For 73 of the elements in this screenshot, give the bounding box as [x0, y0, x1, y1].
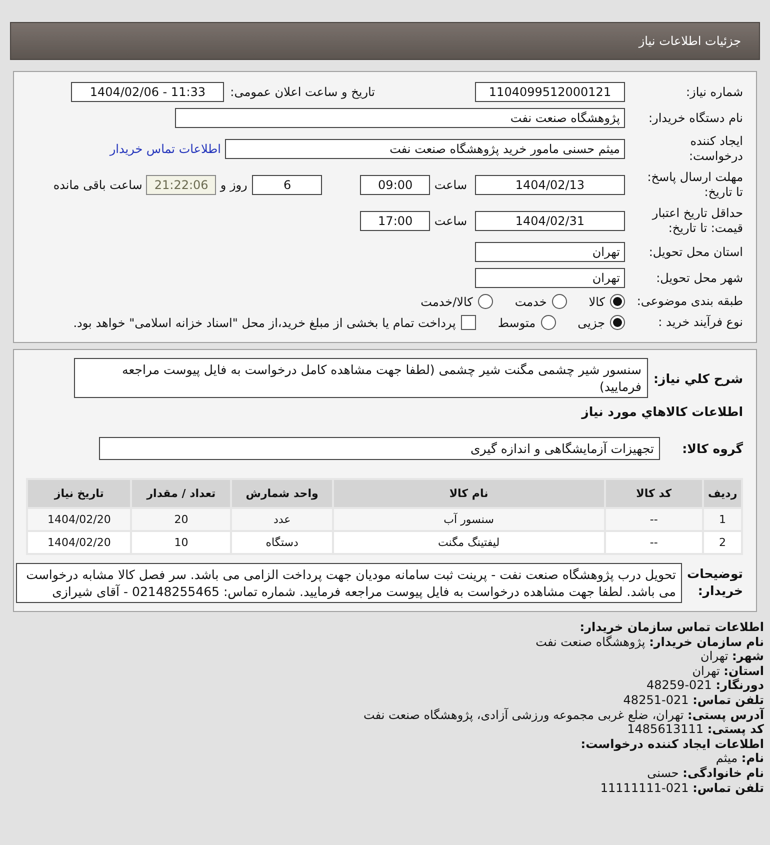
time-label: ساعت: [434, 178, 467, 192]
radio-button[interactable]: [610, 315, 625, 330]
remaining-label: ساعت باقی مانده: [53, 178, 142, 192]
buyer-notes-field: تحویل درب پژوهشگاه صنعت نفت - پرینت ثبت سامانه مودیان جهت پرداخت الزامی می باشد. سر فصل کالا مشابه درخواست می باشد. لطفا جهت مشاهده درخواست به فایل پیوست مراجعه فرمایید. شماره تماس: 02148255465 - آقای شیرازی: [16, 563, 682, 603]
column-header: تاریخ نیاز: [28, 480, 130, 507]
field-label: گروه کالا:: [681, 441, 743, 456]
payment-checkbox[interactable]: [460, 315, 476, 330]
contact-line: استان: تهران: [691, 664, 764, 678]
radio-label: متوسط: [498, 316, 536, 330]
radio-label: کالا/خدمت: [420, 294, 473, 308]
radio-button[interactable]: [610, 294, 625, 309]
table-cell: 10: [132, 532, 230, 553]
need-number-field: 1104099512000121: [475, 82, 625, 102]
column-header: کد کالا: [606, 480, 702, 507]
radio-label: خدمت: [514, 294, 547, 308]
field-label: نوع فرآیند خرید :: [657, 315, 743, 330]
field-label: استان محل تحویل:: [648, 244, 743, 260]
table-cell: 1404/02/20: [28, 509, 130, 530]
field-label: ایجاد کننده درخواست:: [688, 134, 743, 164]
field-label: شهر محل تحویل:: [655, 270, 743, 286]
table-cell: لیفتینگ مگنت: [334, 532, 604, 553]
radio-button[interactable]: [478, 294, 493, 309]
column-header: واحد شمارش: [232, 480, 332, 507]
announce-date-field: 1404/02/06 - 11:33: [71, 82, 224, 102]
creator-field: میثم حسنی مامور خرید پژوهشگاه صنعت نفت: [225, 139, 625, 159]
radio-button[interactable]: [540, 315, 556, 330]
column-header: ردیف: [704, 480, 741, 507]
radio-label: کالا: [588, 294, 605, 308]
buyer-org-field: پژوهشگاه صنعت نفت: [175, 108, 625, 128]
field-label: حداقل تاریخ اعتبار قیمت: تا تاریخ:: [650, 206, 743, 236]
days-label: روز و: [220, 178, 248, 192]
field-label: نام دستگاه خریدار:: [648, 110, 743, 126]
section-heading: اطلاعات ایجاد کننده درخواست:: [580, 736, 764, 752]
payment-note: پرداخت تمام یا بخشی از مبلغ خرید،از محل "اسناد خزانه اسلامی" خواهد بود.: [73, 316, 456, 330]
field-label: شماره نیاز:: [685, 84, 743, 100]
field-label: طبقه بندی موضوعی:: [636, 294, 743, 309]
time-field: 17:00: [360, 211, 430, 231]
date-field: 1404/02/13: [475, 175, 625, 195]
days-field: 6: [252, 175, 322, 195]
column-header: نام کالا: [334, 480, 604, 507]
remaining-time-field: 21:22:06: [146, 175, 216, 195]
table-cell: --: [606, 509, 702, 530]
table-cell: --: [606, 532, 702, 553]
column-header: تعداد / مقدار: [132, 480, 230, 507]
radio-label: جزیی: [578, 316, 605, 330]
field-label: مهلت ارسال پاسخ: تا تاریخ:: [646, 170, 743, 200]
section-heading: اطلاعات تماس سازمان خریدار:: [578, 620, 764, 635]
table-cell: 2: [704, 532, 741, 553]
need-summary-field: سنسور شیر چشمی مگنت شیر چشمی (لطفا جهت مشاهده کامل درخواست به فایل پیوست مراجعه فرمایید): [74, 358, 648, 398]
field-label: شرح کلي نياز:: [654, 370, 743, 386]
date-field: 1404/02/31: [475, 211, 625, 231]
page-title: جزئیات اطلاعات نیاز: [638, 34, 741, 48]
table-cell: دستگاه: [232, 532, 332, 553]
contact-line: نام خانوادگی: حسنی: [646, 766, 764, 781]
table-cell: سنسور آب: [334, 509, 604, 530]
radio-button[interactable]: [552, 294, 567, 309]
table-cell: 1404/02/20: [28, 532, 130, 553]
table-cell: 20: [132, 509, 230, 530]
buyer-contact-link[interactable]: اطلاعات تماس خریدار: [110, 142, 221, 156]
contact-line: نام: میثم: [714, 751, 764, 766]
contact-line: نام سازمان خریدار: پژوهشگاه صنعت نفت: [534, 634, 764, 650]
field-label: توضیحات خریدار:: [687, 565, 743, 599]
province-field: تهران: [475, 242, 625, 262]
time-label: ساعت: [434, 214, 467, 228]
contact-line: آدرس پستی: تهران، ضلع غربی مجموعه ورزشی آزادی، پژوهشگاه صنعت نفت: [362, 708, 764, 722]
goods-group-field: تجهیزات آزمایشگاهی و اندازه گیری: [99, 437, 660, 460]
table-cell: عدد: [232, 509, 332, 530]
time-field: 09:00: [360, 175, 430, 195]
city-field: تهران: [475, 268, 625, 288]
table-cell: 1: [704, 509, 741, 530]
section-title: اطلاعات کالاهاي مورد نياز: [582, 404, 743, 419]
contact-line: شهر: تهران: [700, 649, 764, 664]
field-label: تاریخ و ساعت اعلان عمومی:: [230, 85, 375, 99]
